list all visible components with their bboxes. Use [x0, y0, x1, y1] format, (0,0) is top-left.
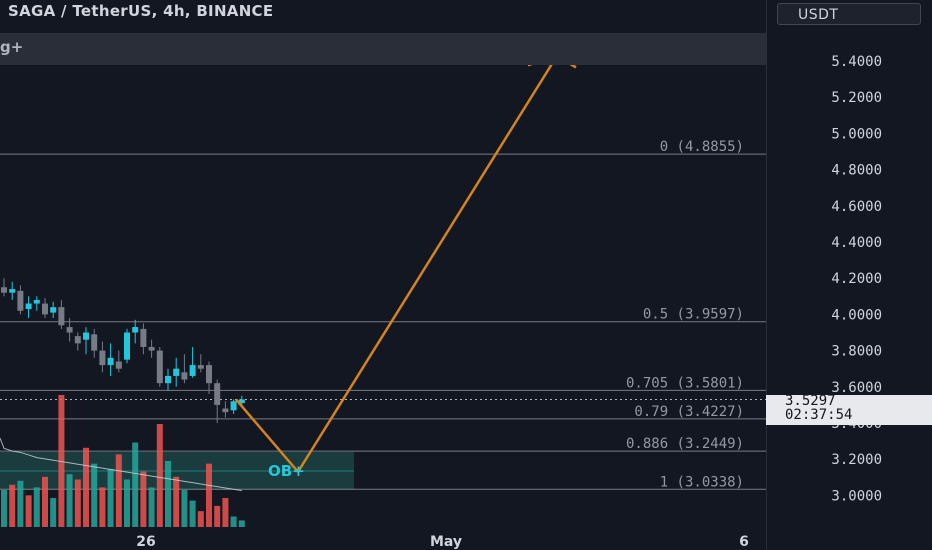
candle-body[interactable] [173, 368, 180, 376]
candle-body[interactable] [91, 334, 98, 351]
price-axis-tick: 3.0000 [831, 488, 882, 504]
price-axis-tick: 4.2000 [831, 271, 882, 287]
price-axis-tick: 4.4000 [831, 235, 882, 251]
candle-body[interactable] [33, 299, 40, 304]
volume-bar [206, 463, 212, 527]
volume-bar [132, 442, 139, 527]
candle-body[interactable] [230, 401, 237, 411]
candle-countdown: 02:37:54 [785, 407, 853, 423]
price-axis-tick: 4.6000 [831, 199, 882, 215]
candle-body[interactable] [214, 383, 221, 405]
candle-body[interactable] [124, 332, 130, 360]
volume-bar [156, 424, 163, 527]
candle-body[interactable] [66, 327, 73, 333]
price-axis-tick: 4.8000 [831, 163, 882, 179]
volume-bar [107, 468, 114, 527]
indicator-label[interactable]: g+ [0, 38, 23, 56]
candle-body[interactable] [25, 303, 32, 309]
candle-body[interactable] [156, 350, 163, 384]
candle-body[interactable] [132, 327, 139, 333]
candle-body[interactable] [17, 290, 24, 311]
volume-bar [25, 495, 32, 527]
candle-body[interactable] [99, 350, 106, 366]
chart-title: SAGA / TetherUS, 4h, BINANCE [8, 2, 274, 20]
volume-bar [197, 511, 204, 527]
candle-body[interactable] [58, 307, 65, 326]
fib-level-label: 0.886 (3.2449) [626, 436, 744, 452]
candle-body[interactable] [165, 375, 171, 384]
candle-body[interactable] [222, 408, 229, 413]
volume-bar [1, 490, 7, 527]
volume-bar [238, 520, 245, 527]
volume-bar [181, 490, 188, 527]
time-axis-tick: May [430, 534, 462, 550]
volume-bar [222, 497, 229, 527]
candle-body[interactable] [181, 372, 188, 380]
volume-bar [91, 463, 98, 527]
volume-bar [165, 461, 171, 527]
currency-selector[interactable]: USDT [777, 3, 921, 25]
candle-body[interactable] [189, 365, 196, 376]
price-axis-tick: 4.0000 [831, 307, 882, 323]
candle-body[interactable] [148, 346, 155, 351]
volume-bar [148, 487, 155, 527]
volume-bar [99, 487, 106, 527]
candle-body[interactable] [9, 289, 16, 293]
volume-bar [214, 505, 221, 527]
fib-level-label: 0.5 (3.9597) [643, 307, 744, 323]
volume-bar [189, 500, 196, 527]
volume-bar [50, 497, 57, 527]
indicator-header-band [0, 33, 766, 65]
volume-bar [9, 484, 16, 527]
candle-body[interactable] [42, 303, 48, 315]
volume-bar [74, 479, 81, 527]
volume-bar [33, 487, 40, 527]
candle-body[interactable] [115, 361, 122, 369]
projection-path[interactable] [235, 56, 558, 474]
candle-body[interactable] [50, 307, 57, 313]
candle-body[interactable] [1, 287, 7, 293]
price-axis-tick: 5.0000 [831, 126, 882, 142]
candle-body[interactable] [107, 357, 114, 366]
volume-bar [173, 476, 180, 527]
price-axis-tick: 3.6000 [831, 380, 882, 396]
fib-level-label: 1 (3.0338) [660, 474, 744, 490]
time-axis-tick: 26 [136, 534, 155, 550]
order-block-label[interactable]: OB+ [268, 462, 305, 480]
volume-bar [83, 447, 89, 527]
volume-bar [124, 479, 130, 527]
volume-bar [17, 480, 24, 527]
candle-body[interactable] [140, 328, 147, 347]
price-axis-divider [766, 0, 767, 550]
candle-body[interactable] [74, 336, 81, 344]
price-axis-tick: 5.2000 [831, 90, 882, 106]
fib-level-label: 0 (4.8855) [660, 139, 744, 155]
price-axis-tick: 5.4000 [831, 54, 882, 70]
fib-level-label: 0.79 (3.4227) [634, 404, 744, 420]
volume-bar [66, 474, 73, 527]
price-axis-tick: 3.8000 [831, 344, 882, 360]
candle-body[interactable] [197, 365, 204, 369]
volume-bar [115, 454, 122, 527]
fib-level-label: 0.705 (3.5801) [626, 375, 744, 391]
candle-body[interactable] [83, 332, 89, 340]
price-chart[interactable]: 0 (4.8855) 0.5 (3.9597) 0.705 (3.5801) 0.79… [0, 0, 932, 550]
volume-bar [140, 471, 147, 527]
volume-bar [230, 516, 237, 527]
time-axis-tick: 6 [739, 534, 749, 550]
trading-chart-window[interactable]: 0 (4.8855) 0.5 (3.9597) 0.705 (3.5801) 0.79… [0, 0, 932, 550]
volume-bar [42, 476, 48, 527]
candle-body[interactable] [206, 365, 212, 384]
price-axis-tick: 3.2000 [831, 452, 882, 468]
